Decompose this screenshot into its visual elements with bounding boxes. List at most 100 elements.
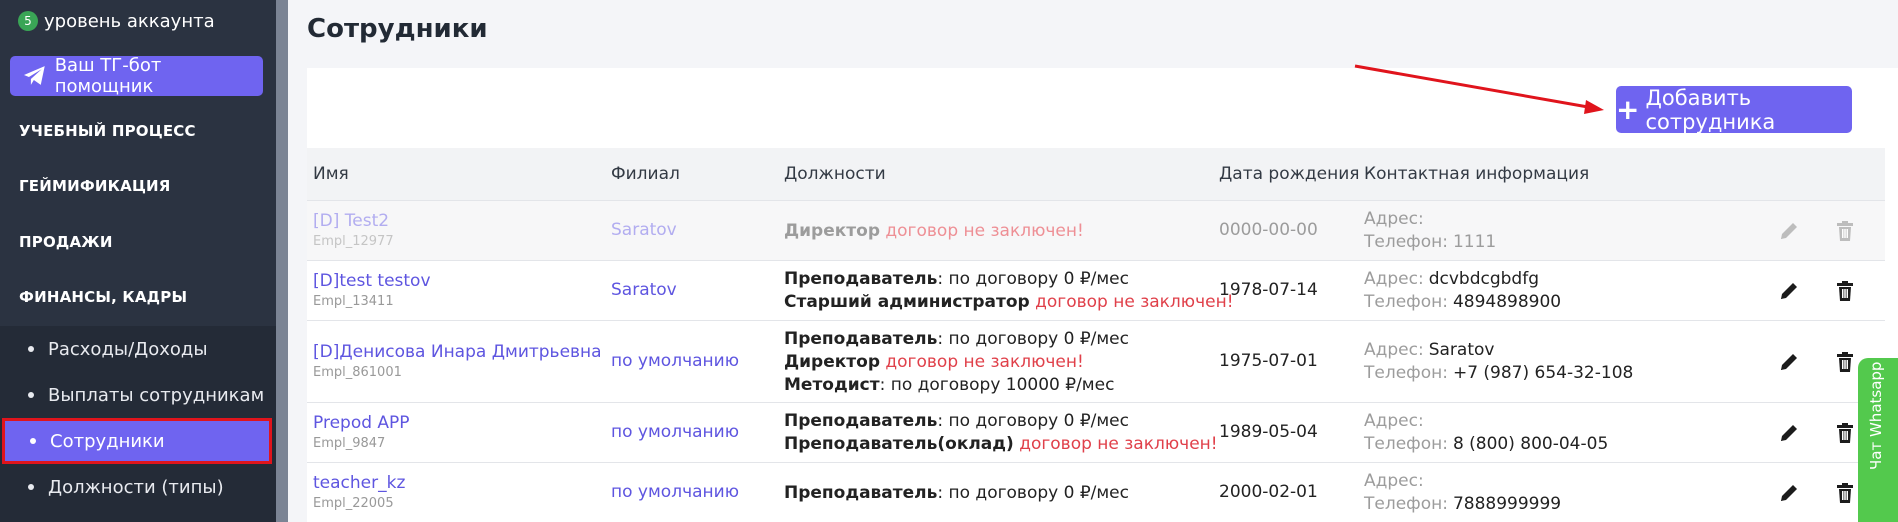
- position-detail: по договору 0 ₽/мес: [948, 411, 1129, 431]
- employee-name-link[interactable]: Prepod APP: [313, 412, 410, 435]
- sidebar-item-employees[interactable]: Сотрудники: [2, 418, 272, 464]
- trash-icon[interactable]: [1833, 350, 1857, 374]
- employee-contacts: Адрес: Телефон: 1111: [1364, 208, 1496, 254]
- employee-positions: Директор договор не заключен!: [784, 220, 1084, 243]
- table-row: [D]Денисова Инара Дмитрьевна Empl_861001 п…: [307, 320, 1885, 402]
- trash-icon[interactable]: [1833, 219, 1857, 243]
- sidebar-item-label: Сотрудники: [50, 430, 165, 452]
- table-row: [D] Test2 Empl_12977 Saratov Директор догов…: [307, 200, 1885, 260]
- edit-icon[interactable]: [1777, 219, 1801, 243]
- sidebar-scrollbar[interactable]: [276, 0, 288, 522]
- employee-positions: Преподаватель: по договору 0 ₽/мес: [784, 482, 1129, 505]
- employee-name-link[interactable]: [D]Денисова Инара Дмитрьевна: [313, 341, 602, 364]
- employee-branch[interactable]: Saratov: [611, 219, 677, 242]
- column-header-name[interactable]: Имя: [313, 164, 349, 184]
- contact-phone: Телефон: 4894898900: [1364, 291, 1561, 314]
- contact-phone-value: 8 (800) 800-04-05: [1452, 434, 1609, 454]
- employee-positions: Преподаватель: по договору 0 ₽/мес Препод…: [784, 410, 1218, 456]
- trash-icon[interactable]: [1833, 421, 1857, 445]
- position-title: Методист: [784, 374, 880, 395]
- employee-name-link[interactable]: [D] Test2: [313, 210, 394, 233]
- contact-phone: Телефон: 7888999999: [1364, 493, 1561, 516]
- position-title: Преподаватель: [784, 269, 938, 289]
- employee-id: Empl_12977: [313, 234, 394, 249]
- bullet-icon: [30, 438, 36, 444]
- employee-branch[interactable]: по умолчанию: [611, 350, 739, 373]
- employee-id: Empl_9847: [313, 436, 386, 451]
- position-title: Преподаватель: [784, 411, 938, 431]
- position-line: Преподаватель: по договору 0 ₽/мес: [784, 268, 1234, 291]
- position-title: Преподаватель: [784, 328, 938, 349]
- account-level-label: уровень аккаунта: [44, 10, 215, 32]
- column-header-positions[interactable]: Должности: [784, 164, 886, 184]
- position-separator: :: [937, 411, 949, 431]
- employee-name-link[interactable]: teacher_kz: [313, 472, 405, 495]
- nav-section-sales[interactable]: ПРОДАЖИ: [19, 233, 113, 251]
- plus-icon: +: [1616, 92, 1640, 126]
- position-detail: договор не заключен!: [885, 220, 1084, 241]
- sidebar-item-expenses-income[interactable]: Расходы/Доходы: [0, 326, 276, 372]
- nav-section-learning[interactable]: УЧЕБНЫЙ ПРОЦЕСС: [19, 122, 196, 140]
- position-title: Преподаватель: [784, 482, 938, 503]
- position-detail: по договору 0 ₽/мес: [948, 328, 1129, 349]
- employee-branch[interactable]: Saratov: [611, 279, 677, 302]
- contact-phone-value: +7 (987) 654-32-108: [1452, 363, 1634, 383]
- page-title: Сотрудники: [307, 14, 488, 44]
- edit-icon[interactable]: [1777, 279, 1801, 303]
- edit-icon[interactable]: [1777, 481, 1801, 505]
- sidebar-item-position-types[interactable]: Должности (типы): [0, 464, 276, 510]
- column-header-contacts[interactable]: Контактная информация: [1364, 164, 1589, 184]
- employee-branch[interactable]: по умолчанию: [611, 481, 739, 504]
- column-header-birth-date[interactable]: Дата рождения: [1219, 164, 1360, 184]
- sidebar-item-employee-payouts[interactable]: Выплаты сотрудникам: [0, 372, 276, 418]
- employee-id: Empl_22005: [313, 496, 394, 511]
- position-title: Директор: [784, 351, 880, 372]
- position-detail: по договору 0 ₽/мес: [948, 269, 1129, 289]
- sidebar-item-label: Должности (типы): [48, 476, 224, 498]
- employee-contacts: Адрес: dcvbdcgbdfg Телефон: 4894898900: [1364, 268, 1561, 314]
- position-separator: :: [937, 328, 949, 349]
- contact-phone: Телефон: 1111: [1364, 231, 1496, 254]
- employee-name-link[interactable]: [D]test testov: [313, 270, 431, 293]
- nav-section-gamification[interactable]: ГЕЙМИФИКАЦИЯ: [19, 177, 171, 195]
- employee-birth-date: 1978-07-14: [1219, 280, 1318, 300]
- employee-contacts: Адрес: Телефон: 8 (800) 800-04-05: [1364, 410, 1608, 456]
- employee-branch[interactable]: по умолчанию: [611, 421, 739, 444]
- edit-icon[interactable]: [1777, 421, 1801, 445]
- account-level[interactable]: 5 уровень аккаунта: [18, 8, 215, 34]
- employee-birth-date: 2000-02-01: [1219, 482, 1318, 502]
- trash-icon[interactable]: [1833, 481, 1857, 505]
- position-line: Старший администратор договор не заключе…: [784, 291, 1234, 314]
- contact-address-label: Адрес:: [1364, 340, 1424, 360]
- edit-icon[interactable]: [1777, 350, 1801, 374]
- trash-icon[interactable]: [1833, 279, 1857, 303]
- table-header: [307, 148, 1885, 200]
- finance-subnav: Расходы/Доходы Выплаты сотрудникам Сотру…: [0, 326, 276, 522]
- contact-phone: Телефон: +7 (987) 654-32-108: [1364, 362, 1633, 385]
- position-separator: :: [937, 482, 949, 503]
- add-employee-button-label: Добавить сотрудника: [1645, 85, 1776, 134]
- employee-positions: Преподаватель: по договору 0 ₽/мес Директ…: [784, 328, 1129, 397]
- contact-address: Адрес: dcvbdcgbdfg: [1364, 268, 1561, 291]
- contact-phone-label: Телефон:: [1364, 363, 1448, 383]
- employee-name-cell: [D]test testov Empl_13411: [313, 270, 431, 310]
- add-employee-button[interactable]: + Добавить сотрудника: [1616, 85, 1852, 134]
- contact-address-label: Адрес:: [1364, 471, 1424, 491]
- tg-bot-button[interactable]: Ваш ТГ-бот помощник: [10, 55, 263, 97]
- column-header-branch[interactable]: Филиал: [611, 164, 680, 184]
- employee-birth-date: 1989-05-04: [1219, 422, 1318, 442]
- bullet-icon: [28, 346, 34, 352]
- contact-phone: Телефон: 8 (800) 800-04-05: [1364, 433, 1608, 456]
- employee-name-cell: [D] Test2 Empl_12977: [313, 210, 394, 250]
- employee-positions: Преподаватель: по договору 0 ₽/мес Старши…: [784, 268, 1234, 314]
- tg-bot-button-label: Ваш ТГ-бот помощник: [54, 55, 162, 97]
- contact-address-label: Адрес:: [1364, 269, 1424, 289]
- nav-section-finance-hr[interactable]: ФИНАНСЫ, КАДРЫ: [19, 288, 187, 306]
- contact-address: Адрес:: [1364, 208, 1496, 231]
- position-line: Преподаватель(оклад) договор не заключен…: [784, 433, 1218, 456]
- contact-phone-label: Телефон:: [1364, 292, 1448, 312]
- position-line: Директор договор не заключен!: [784, 220, 1084, 243]
- table-row: teacher_kz Empl_22005 по умолчанию Преподав…: [307, 462, 1885, 522]
- position-title: Директор: [784, 220, 880, 241]
- contact-address-value: Saratov: [1428, 340, 1495, 360]
